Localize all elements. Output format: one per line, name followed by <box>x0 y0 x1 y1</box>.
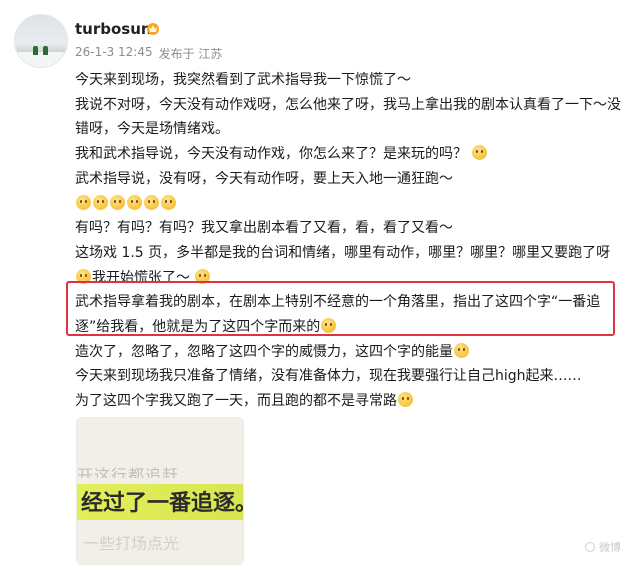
surprised-emoji-icon <box>110 194 125 210</box>
post-line: 今天来到现场我只准备了情绪，没有准备体力，现在我要强行让自己high起来…… <box>75 368 582 385</box>
post-body: 今天来到现场，我突然看到了武术指导我一下惊慌了～ 我说不对呀，今天没有动作戏呀，… <box>75 68 625 414</box>
red-highlight-box <box>66 281 615 336</box>
smile-emoji-icon <box>454 342 469 358</box>
post-line: 造次了，忽略了，忽略了这四个字的威慑力，这四个字的能量 <box>75 340 625 365</box>
image-text-top: 开这行都追赶 <box>77 466 180 478</box>
post-line: 我和武术指导说，今天没有动作戏，你怎么来了？是来玩的吗？ <box>75 142 625 167</box>
smile-emoji-icon <box>398 392 413 408</box>
avatar-snow <box>15 52 67 67</box>
username[interactable]: turbosun <box>75 20 152 38</box>
avatar-tree <box>33 46 38 55</box>
post-meta: 26-1-3 12:45 发布于 江苏 <box>75 45 222 62</box>
smile-emoji-icon <box>472 145 488 161</box>
crown-badge-icon <box>147 23 159 35</box>
surprised-emoji-icon <box>161 194 176 210</box>
surprised-emoji-icon <box>93 194 108 210</box>
post-time[interactable]: 26-1-3 12:45 <box>75 45 153 62</box>
post-line <box>75 192 625 217</box>
avatar-tree <box>43 46 48 55</box>
surprised-emoji-icon <box>144 194 159 210</box>
watermark: 微博 <box>585 539 621 555</box>
image-text-bottom: 一些打场点光 <box>83 534 180 550</box>
weibo-logo-icon <box>585 542 595 552</box>
post-line: 有吗？有吗？有吗？我又拿出剧本看了又看，看，看了又看～ <box>75 220 453 237</box>
surprised-emoji-icon <box>127 194 142 210</box>
image-highlighted-text: 经过了一番追逐。 <box>81 490 244 516</box>
post-line: 武术指导说，没有呀，今天有动作呀，要上天入地一通狂跑～ <box>75 170 453 187</box>
avatar[interactable] <box>14 14 68 68</box>
post-image[interactable]: 开这行都追赶 经过了一番追逐。 一些打场点光 <box>76 417 244 565</box>
post-line: 我说不对呀，今天没有动作戏呀，怎么他来了呀，我马上拿出我的剧本认真看了一下～没错… <box>75 96 621 138</box>
post-line: 为了这四个字我又跑了一天，而且跑的都不是寻常路 <box>75 389 625 414</box>
post-line: 今天来到现场，我突然看到了武术指导我一下惊慌了～ <box>75 72 411 88</box>
post-source: 发布于 江苏 <box>158 47 223 61</box>
surprised-emoji-icon <box>76 194 91 210</box>
